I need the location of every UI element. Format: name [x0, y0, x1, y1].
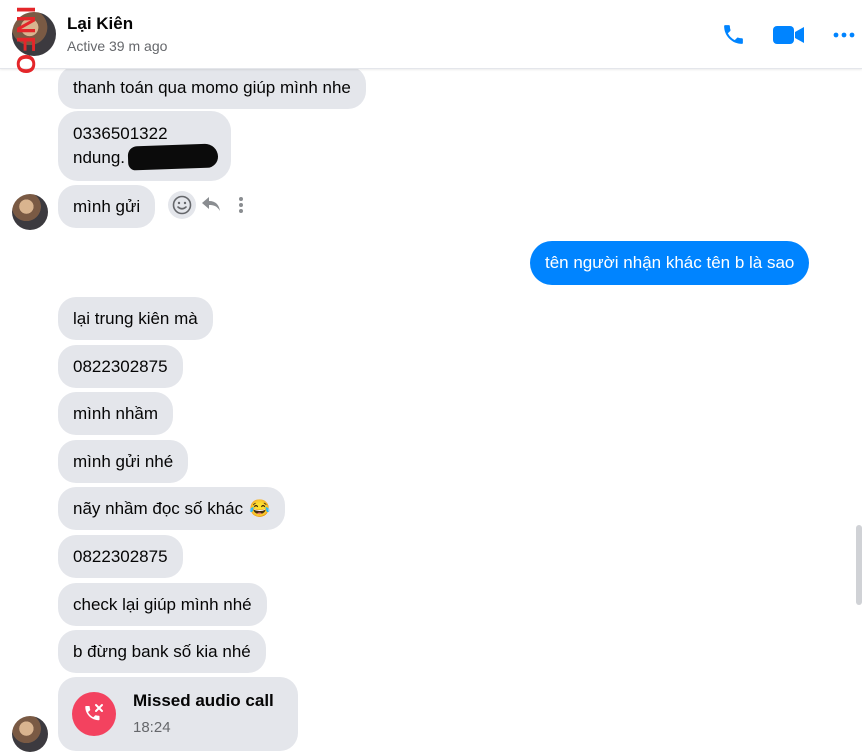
message-text: nãy nhầm đọc số khác	[73, 498, 244, 518]
message-bubble[interactable]: mình gửi	[58, 185, 156, 228]
sender-avatar	[12, 716, 48, 752]
missed-call-icon	[72, 692, 116, 736]
message-bubble[interactable]: mình gửi nhé	[58, 440, 189, 483]
message-text: lại trung kiên mà	[73, 308, 198, 328]
message-bubble[interactable]: check lại giúp mình nhé	[58, 583, 267, 626]
reply-icon[interactable]	[200, 195, 222, 213]
message-text: b đừng bank số kia nhé	[73, 641, 251, 661]
message-bubble[interactable]: nãy nhầm đọc số khác 😂	[58, 487, 286, 530]
call-time: 18:24	[133, 719, 171, 736]
missed-call-card[interactable]: Missed audio call 18:24	[58, 677, 298, 751]
message-text: mình nhầm	[73, 403, 159, 423]
message-bubble[interactable]: thanh toán qua momo giúp mình nhe	[58, 66, 366, 109]
more-options-icon[interactable]	[238, 196, 244, 214]
chat-header: Lại Kiên Active 39 m ago	[0, 0, 862, 69]
scrollbar[interactable]	[856, 525, 862, 605]
contact-name[interactable]: Lại Kiên	[67, 14, 133, 34]
message-text: mình gửi	[73, 196, 141, 216]
active-status: Active 39 m ago	[67, 38, 168, 54]
call-title: Missed audio call	[133, 691, 274, 710]
message-bubble[interactable]: 0822302875	[58, 535, 183, 578]
more-icon[interactable]	[833, 31, 855, 39]
watermark-logo: INFO	[11, 6, 41, 77]
message-text: 0822302875	[73, 356, 168, 376]
react-button[interactable]	[168, 191, 196, 219]
message-bubble[interactable]: 0822302875	[58, 345, 183, 388]
message-bubble[interactable]: b đừng bank số kia nhé	[58, 630, 266, 673]
video-icon[interactable]	[772, 24, 806, 46]
message-text: thanh toán qua momo giúp mình nhe	[73, 77, 351, 97]
message-bubble-outgoing[interactable]: tên người nhận khác tên b là sao	[530, 241, 810, 285]
message-bubble[interactable]: lại trung kiên mà	[58, 297, 213, 340]
message-bubble[interactable]: mình nhầm	[58, 392, 174, 435]
redaction-scribble	[127, 143, 219, 171]
phone-icon[interactable]	[721, 22, 746, 47]
smiley-icon	[172, 195, 192, 215]
sender-avatar	[12, 194, 48, 230]
message-text: tên người nhận khác tên b là sao	[545, 253, 795, 272]
message-text: 0336501322	[73, 124, 168, 143]
message-text: 0822302875	[73, 546, 168, 566]
message-text: mình gửi nhé	[73, 451, 174, 471]
message-text: check lại giúp mình nhé	[73, 594, 252, 614]
laughing-emoji: 😂	[249, 498, 271, 518]
